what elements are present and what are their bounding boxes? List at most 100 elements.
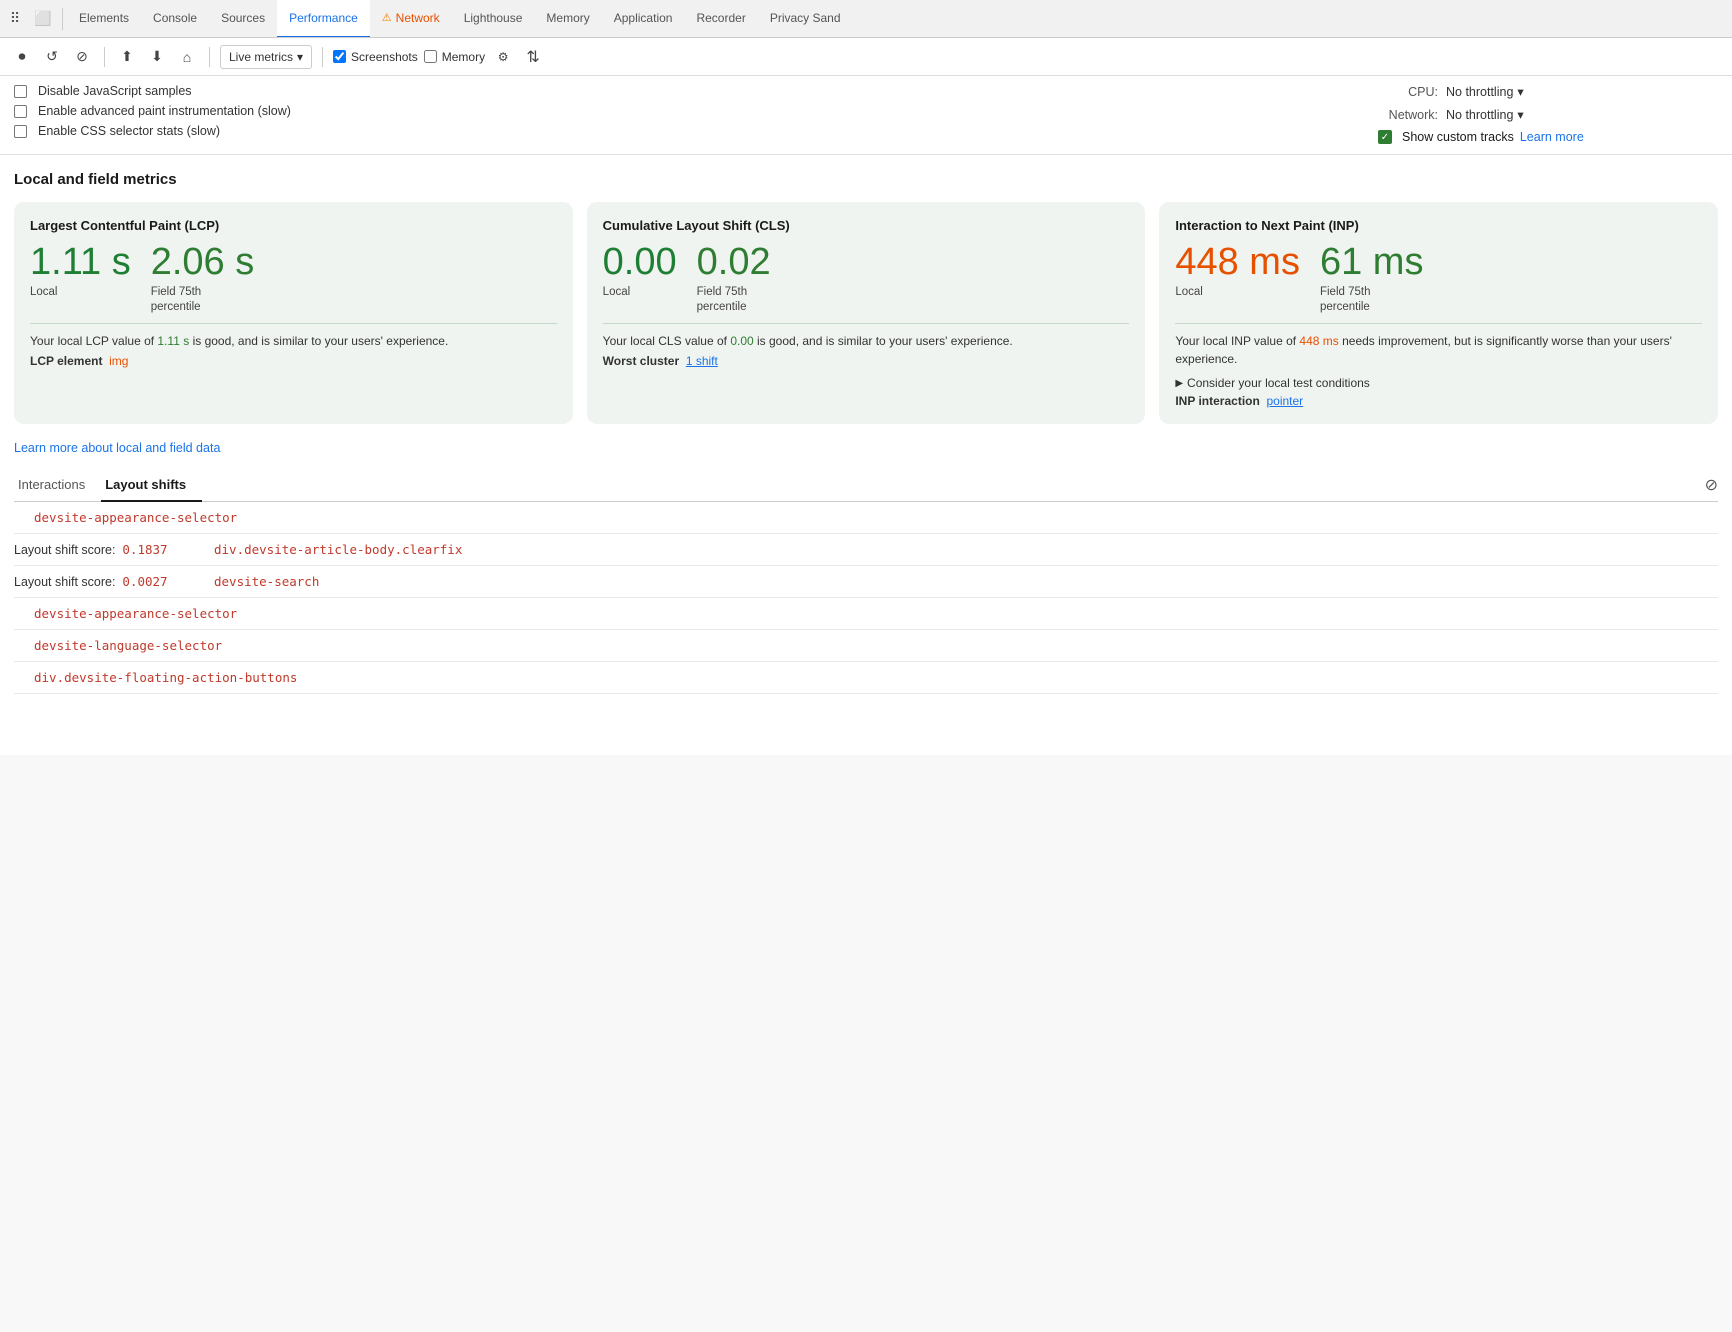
main-content: Local and field metrics Largest Contentf… <box>0 155 1732 755</box>
cls-title: Cumulative Layout Shift (CLS) <box>603 218 1130 233</box>
tab-sources[interactable]: Sources <box>209 0 277 38</box>
screenshots-checkbox[interactable] <box>333 50 346 63</box>
tab-elements[interactable]: Elements <box>67 0 141 38</box>
score-value: 0.1837 <box>122 542 167 557</box>
custom-tracks-learn-more-link[interactable]: Learn more <box>1520 130 1584 144</box>
list-item: devsite-appearance-selector <box>14 598 1718 630</box>
list-item: Layout shift score: 0.0027 devsite-searc… <box>14 566 1718 598</box>
inp-card: Interaction to Next Paint (INP) 448 ms L… <box>1159 202 1718 424</box>
list-item: devsite-language-selector <box>14 630 1718 662</box>
selector-value[interactable]: devsite-search <box>214 574 319 589</box>
lcp-card: Largest Contentful Paint (LCP) 1.11 s Lo… <box>14 202 573 424</box>
lcp-local-label: Local <box>30 285 131 300</box>
lcp-field-label: Field 75thpercentile <box>151 285 255 315</box>
disable-js-checkbox[interactable] <box>14 85 27 98</box>
inp-local-block: 448 ms Local <box>1175 243 1300 315</box>
triangle-icon: ▶ <box>1175 378 1183 389</box>
inp-inline-value: 448 ms <box>1299 334 1338 348</box>
settings-gear-button[interactable]: ⚙ <box>491 45 515 69</box>
tab-memory[interactable]: Memory <box>534 0 601 38</box>
lcp-element-row: LCP element img <box>30 354 557 368</box>
lcp-field-value: 2.06 s <box>151 243 255 281</box>
lcp-field-block: 2.06 s Field 75thpercentile <box>151 243 255 315</box>
cls-field-value: 0.02 <box>697 243 771 281</box>
tab-interactions[interactable]: Interactions <box>14 469 101 502</box>
css-selector-setting: Enable CSS selector stats (slow) <box>14 124 1378 138</box>
selector-value[interactable]: div.devsite-article-body.clearfix <box>214 542 462 557</box>
settings-right: CPU: No throttling ▾ Network: No throttl… <box>1378 84 1718 144</box>
tab-layout-shifts[interactable]: Layout shifts <box>101 469 202 502</box>
reload-button[interactable]: ↺ <box>40 45 64 69</box>
home-button[interactable]: ⌂ <box>175 45 199 69</box>
css-selector-checkbox[interactable] <box>14 125 27 138</box>
inp-interaction-row: INP interaction pointer <box>1175 394 1702 408</box>
metric-cards: Largest Contentful Paint (LCP) 1.11 s Lo… <box>14 202 1718 424</box>
network-chevron-icon: ▾ <box>1517 107 1523 122</box>
inp-interaction-link[interactable]: pointer <box>1266 394 1303 408</box>
cls-divider <box>603 323 1130 324</box>
inp-description: Your local INP value of 448 ms needs imp… <box>1175 332 1702 368</box>
cls-cluster-row: Worst cluster 1 shift <box>603 354 1130 368</box>
inp-title: Interaction to Next Paint (INP) <box>1175 218 1702 233</box>
lcp-local-value: 1.11 s <box>30 243 131 281</box>
custom-tracks-checkbox[interactable] <box>1378 130 1392 144</box>
upload-button[interactable]: ⬆ <box>115 45 139 69</box>
lcp-divider <box>30 323 557 324</box>
toolbar: ⏺ ↺ ⊘ ⬆ ⬇ ⌂ Live metrics ▾ Screenshots M… <box>0 38 1732 76</box>
advanced-paint-setting: Enable advanced paint instrumentation (s… <box>14 104 1378 118</box>
download-button[interactable]: ⬇ <box>145 45 169 69</box>
tab-lighthouse[interactable]: Lighthouse <box>452 0 535 38</box>
list-item: Layout shift score: 0.1837 div.devsite-a… <box>14 534 1718 566</box>
devtools-icons: ⠿ ⬜ <box>4 8 63 30</box>
live-metrics-dropdown[interactable]: Live metrics ▾ <box>220 45 312 69</box>
tab-recorder[interactable]: Recorder <box>684 0 757 38</box>
cls-field-label: Field 75thpercentile <box>697 285 771 315</box>
inp-field-label: Field 75thpercentile <box>1320 285 1423 315</box>
lcp-element-value[interactable]: img <box>109 354 128 368</box>
cls-local-block: 0.00 Local <box>603 243 677 315</box>
lcp-local-block: 1.11 s Local <box>30 243 131 315</box>
devtools-icon-2[interactable]: ⬜ <box>32 8 54 30</box>
selector-value[interactable]: devsite-appearance-selector <box>34 606 237 621</box>
list-item: div.devsite-floating-action-buttons <box>14 662 1718 694</box>
layout-shifts-list: devsite-appearance-selector Layout shift… <box>14 502 1718 694</box>
memory-checkbox[interactable] <box>424 50 437 63</box>
cls-local-label: Local <box>603 285 677 300</box>
section-title: Local and field metrics <box>14 171 1718 188</box>
selector-value[interactable]: devsite-appearance-selector <box>34 510 237 525</box>
disable-js-setting: Disable JavaScript samples <box>14 84 1378 98</box>
tab-console[interactable]: Console <box>141 0 209 38</box>
settings-row: Disable JavaScript samples Enable advanc… <box>0 76 1732 155</box>
tab-performance[interactable]: Performance <box>277 0 370 38</box>
network-throttle-select[interactable]: No throttling ▾ <box>1446 107 1524 122</box>
inp-values: 448 ms Local 61 ms Field 75thpercentile <box>1175 243 1702 315</box>
inp-field-value: 61 ms <box>1320 243 1423 281</box>
clear-button[interactable]: ⊘ <box>70 45 94 69</box>
cls-description: Your local CLS value of 0.00 is good, an… <box>603 332 1130 350</box>
record-button[interactable]: ⏺ <box>10 45 34 69</box>
settings-left: Disable JavaScript samples Enable advanc… <box>14 84 1378 138</box>
tab-application[interactable]: Application <box>602 0 685 38</box>
inp-field-block: 61 ms Field 75thpercentile <box>1320 243 1423 315</box>
more-settings-button[interactable]: ⇅ <box>521 45 545 69</box>
cls-cluster-link[interactable]: 1 shift <box>686 354 718 368</box>
advanced-paint-checkbox[interactable] <box>14 105 27 118</box>
tab-privacy[interactable]: Privacy Sand <box>758 0 853 38</box>
devtools-icon-1[interactable]: ⠿ <box>4 8 26 30</box>
screenshots-checkbox-label[interactable]: Screenshots <box>333 50 418 64</box>
selector-value[interactable]: div.devsite-floating-action-buttons <box>34 670 297 685</box>
cls-inline-value: 0.00 <box>730 334 753 348</box>
cls-card: Cumulative Layout Shift (CLS) 0.00 Local… <box>587 202 1146 424</box>
inp-local-value: 448 ms <box>1175 243 1300 281</box>
filter-icon[interactable]: ⊘ <box>1705 475 1718 501</box>
dropdown-chevron-icon: ▾ <box>297 50 303 64</box>
learn-more-field-data-link[interactable]: Learn more about local and field data <box>14 441 220 455</box>
inp-divider <box>1175 323 1702 324</box>
cpu-throttle-select[interactable]: No throttling ▾ <box>1446 84 1524 99</box>
tab-network[interactable]: ⚠ Network <box>370 0 452 38</box>
memory-checkbox-label[interactable]: Memory <box>424 50 485 64</box>
cls-local-value: 0.00 <box>603 243 677 281</box>
cls-values: 0.00 Local 0.02 Field 75thpercentile <box>603 243 1130 315</box>
warning-icon: ⚠ <box>382 11 392 24</box>
selector-value[interactable]: devsite-language-selector <box>34 638 222 653</box>
